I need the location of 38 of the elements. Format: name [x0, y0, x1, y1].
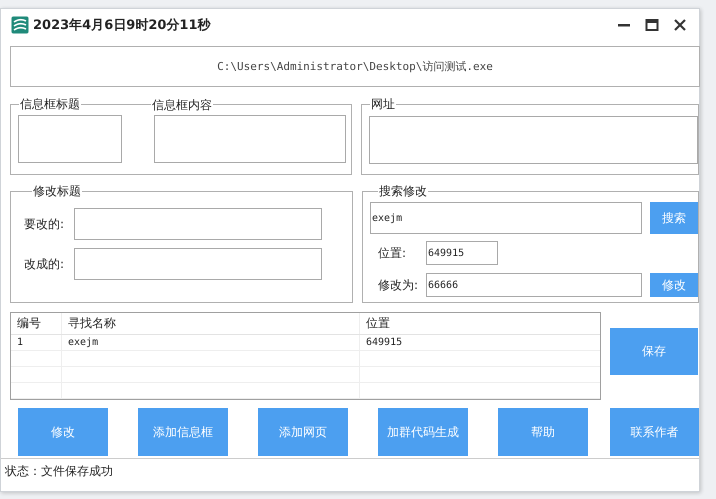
- input-field[interactable]: [74, 208, 322, 240]
- status-text: 状态：文件保存成功: [1, 458, 699, 483]
- field-label: 修改为:: [377, 276, 420, 294]
- group-label: 信息框标题: [19, 96, 81, 113]
- field-label: 要改的:: [24, 216, 66, 232]
- maximize-icon[interactable]: [645, 18, 659, 32]
- action-button[interactable]: 联系作者: [610, 408, 699, 456]
- table-cell: exejm: [62, 335, 360, 350]
- group-label: 搜索修改: [378, 183, 428, 200]
- close-icon[interactable]: [673, 18, 687, 32]
- input-field[interactable]: [18, 115, 122, 163]
- action-button[interactable]: 帮助: [498, 408, 588, 456]
- input-field[interactable]: [74, 248, 322, 280]
- app-logo-icon: [11, 16, 29, 34]
- action-button[interactable]: 加群代码生成: [378, 408, 468, 456]
- search-field[interactable]: exejm: [370, 202, 642, 234]
- file-path-field[interactable]: C:\Users\Administrator\Desktop\访问测试.exe: [10, 46, 700, 87]
- input-field[interactable]: [154, 115, 346, 163]
- field-label: 位置:: [377, 244, 408, 262]
- save-button[interactable]: 保存: [610, 328, 698, 375]
- table-cell-text: 649915: [365, 336, 404, 350]
- search-button[interactable]: 搜索: [650, 202, 698, 234]
- window-title: 2023年4月6日9时20分11秒: [33, 17, 210, 34]
- action-button[interactable]: 修改: [18, 408, 108, 456]
- modify-value-field[interactable]: 66666: [426, 273, 642, 297]
- field-label: 改成的:: [24, 256, 66, 272]
- input-field[interactable]: [369, 116, 698, 164]
- action-button[interactable]: 添加信息框: [138, 408, 228, 456]
- table-cell: 1: [11, 335, 62, 350]
- group-label: 修改标题: [32, 183, 82, 200]
- action-button[interactable]: 添加网页: [258, 408, 348, 456]
- group-label: 网址: [370, 96, 396, 113]
- column-header[interactable]: 编号: [11, 313, 62, 334]
- column-header[interactable]: 寻找名称: [62, 313, 360, 334]
- position-field[interactable]: 649915: [426, 241, 498, 265]
- group-label: 信息框内容: [151, 97, 213, 114]
- modify-button[interactable]: 修改: [650, 273, 698, 297]
- column-header[interactable]: 位置: [360, 313, 600, 334]
